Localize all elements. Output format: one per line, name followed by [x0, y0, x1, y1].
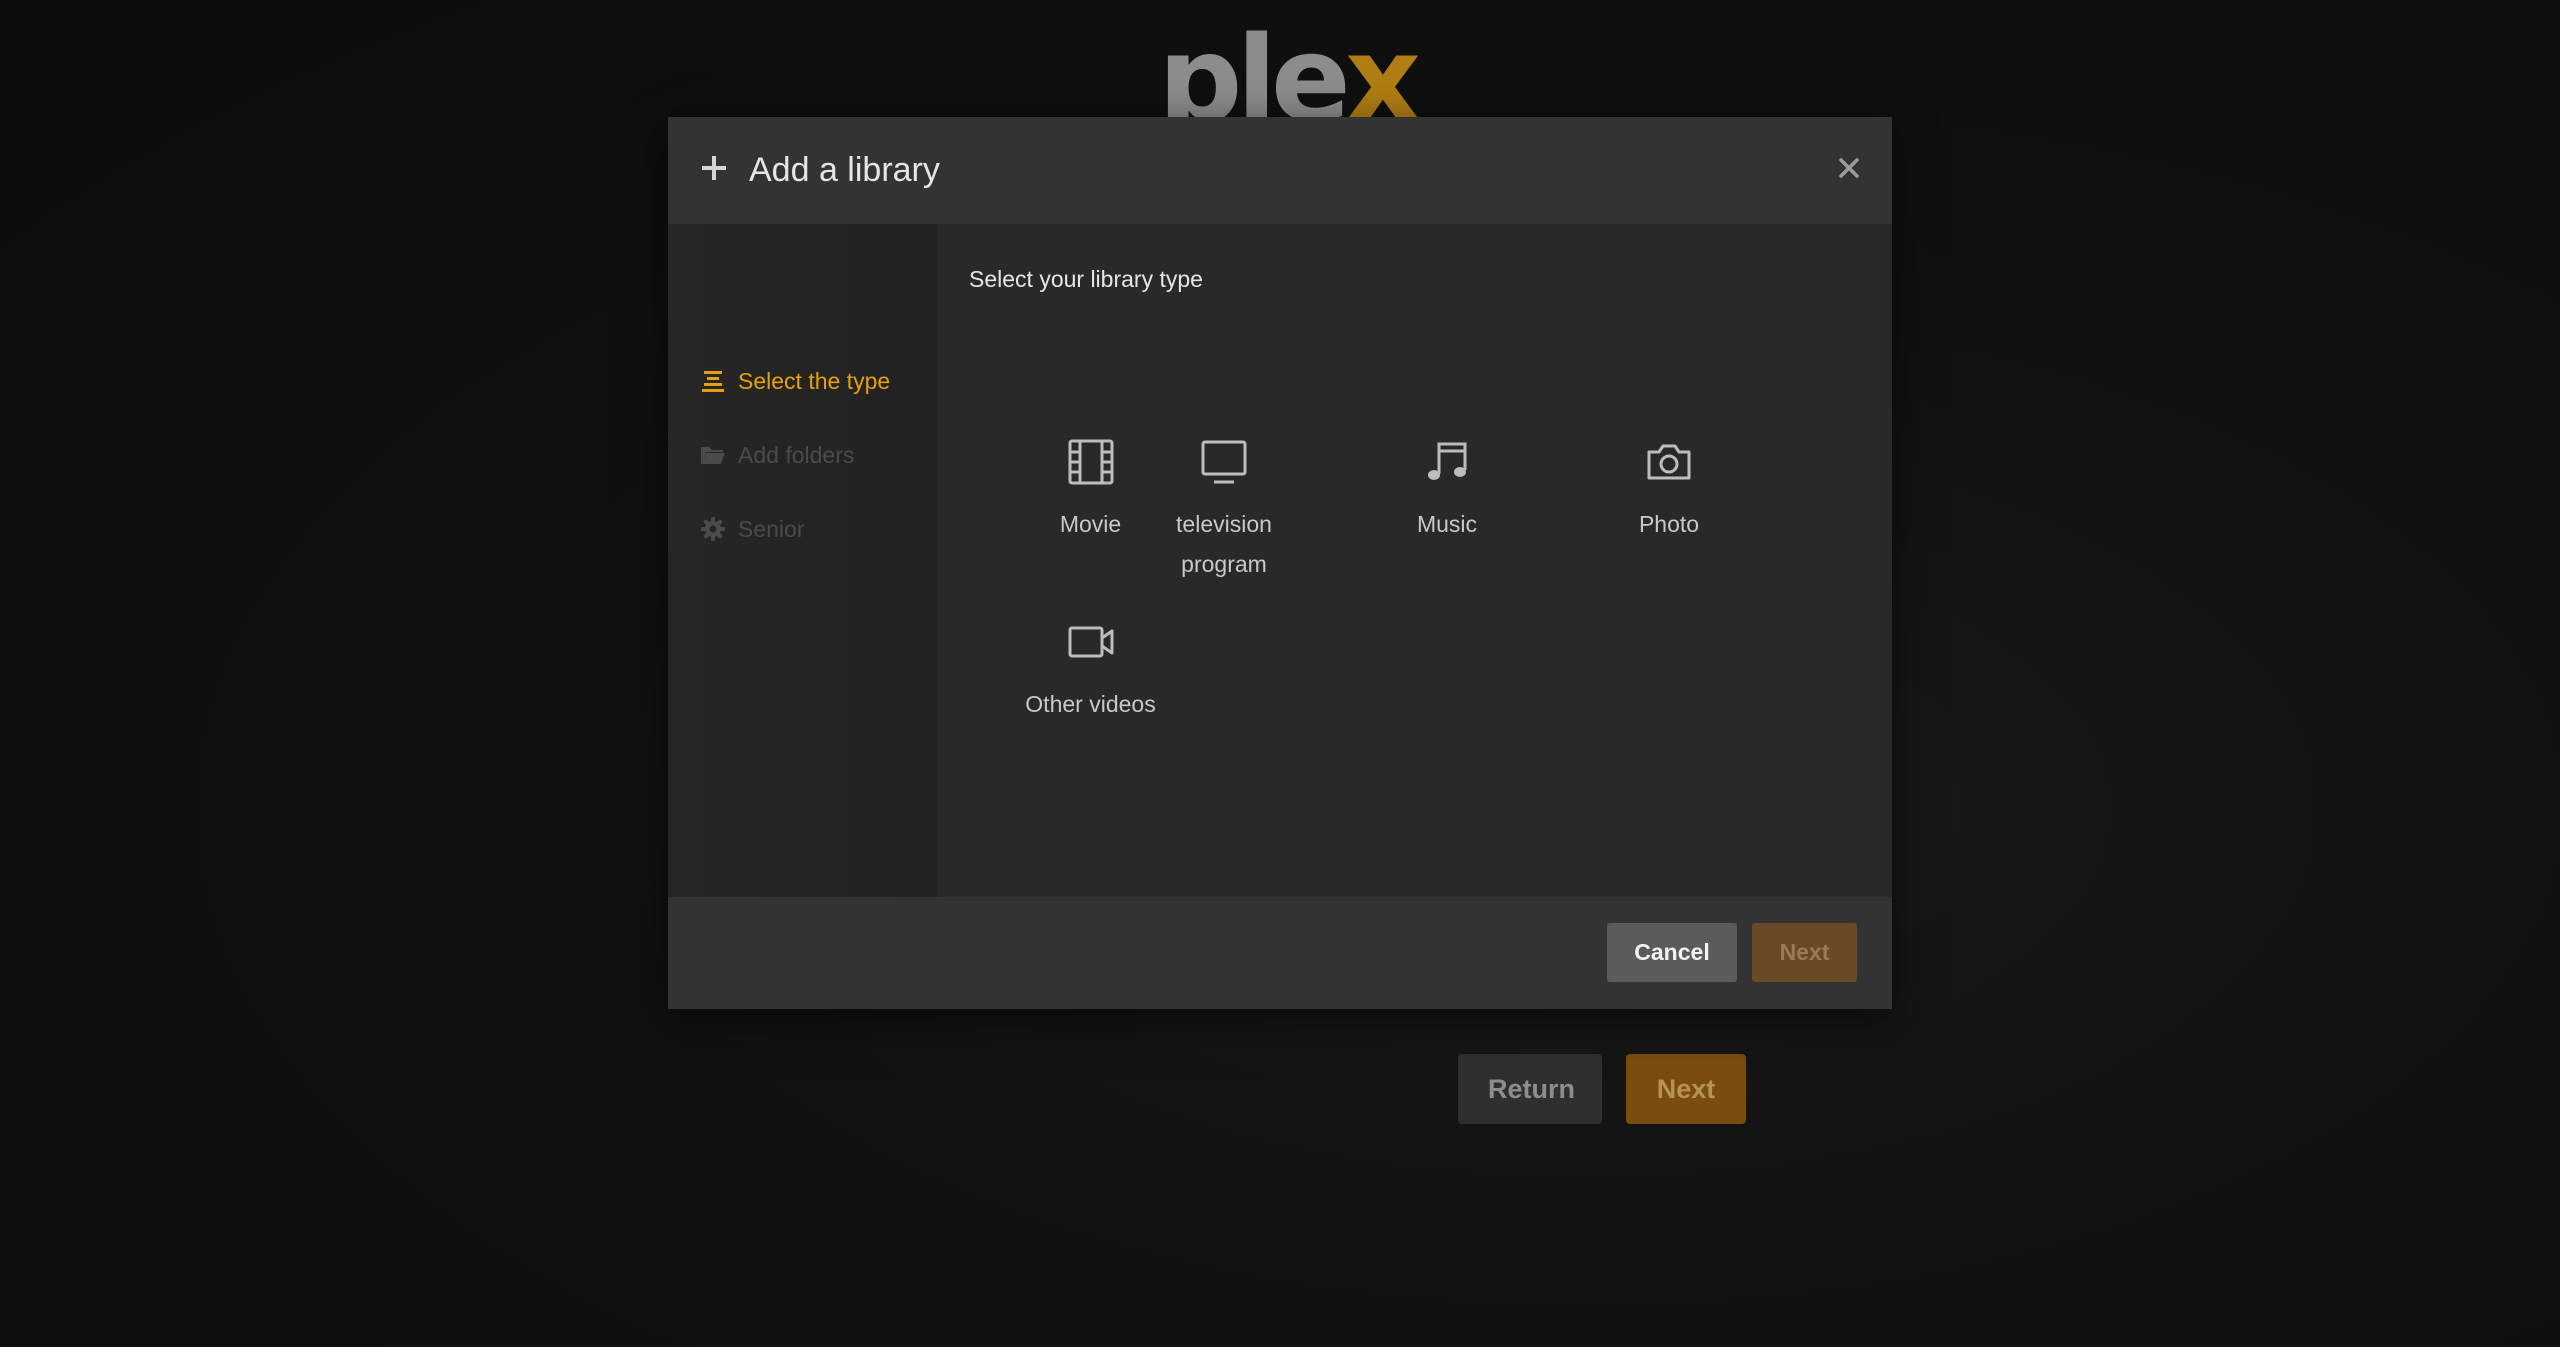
library-type-label: Other videos [1025, 691, 1156, 717]
sidebar-item-senior[interactable]: Senior [700, 511, 804, 547]
sidebar-item-label: Senior [738, 515, 805, 542]
library-type-panel: Select your library type Movie televisio… [937, 224, 1892, 897]
return-button[interactable]: Return [1458, 1054, 1602, 1124]
video-camera-icon [1068, 626, 1113, 658]
modal-body: Select the type Add folders Senior Selec… [668, 224, 1892, 897]
section-heading: Select your library type [969, 266, 1203, 292]
modal-title: Add a library [749, 151, 940, 189]
background-next-button[interactable]: Next [1626, 1054, 1746, 1124]
modal-footer: Cancel Next [668, 897, 1892, 1009]
sidebar-item-add-folders[interactable]: Add folders [700, 437, 854, 473]
folder-icon [701, 447, 725, 464]
list-icon [702, 371, 724, 392]
plus-icon [702, 156, 726, 180]
library-type-music[interactable]: Music [1325, 438, 1569, 544]
library-type-photo[interactable]: Photo [1557, 438, 1781, 544]
add-library-modal: Add a library Select the type Add folder… [668, 117, 1892, 1009]
sidebar-item-select-type[interactable]: Select the type [700, 363, 890, 399]
close-icon[interactable] [1834, 153, 1864, 183]
background-button-group: Return Next [1458, 1054, 1746, 1124]
cancel-button[interactable]: Cancel [1607, 923, 1737, 982]
next-button[interactable]: Next [1752, 923, 1857, 982]
library-type-label: Music [1416, 511, 1478, 537]
camera-icon [1647, 444, 1691, 480]
sidebar-item-label: Add folders [738, 441, 855, 468]
app-window: plex Return Next Add a library Select th… [0, 0, 2560, 1347]
modal-header: Add a library [668, 117, 1892, 224]
library-type-television-program[interactable]: television program [1099, 438, 1349, 584]
sidebar-item-label: Select the type [738, 367, 891, 394]
library-type-other-videos[interactable]: Other videos [937, 618, 1244, 724]
music-note-icon [1428, 442, 1467, 480]
gear-icon [701, 517, 725, 541]
tv-icon [1201, 440, 1247, 484]
wizard-steps-sidebar: Select the type Add folders Senior [668, 224, 937, 897]
library-type-label: television program [1176, 511, 1272, 577]
library-type-label: Photo [1638, 511, 1700, 537]
